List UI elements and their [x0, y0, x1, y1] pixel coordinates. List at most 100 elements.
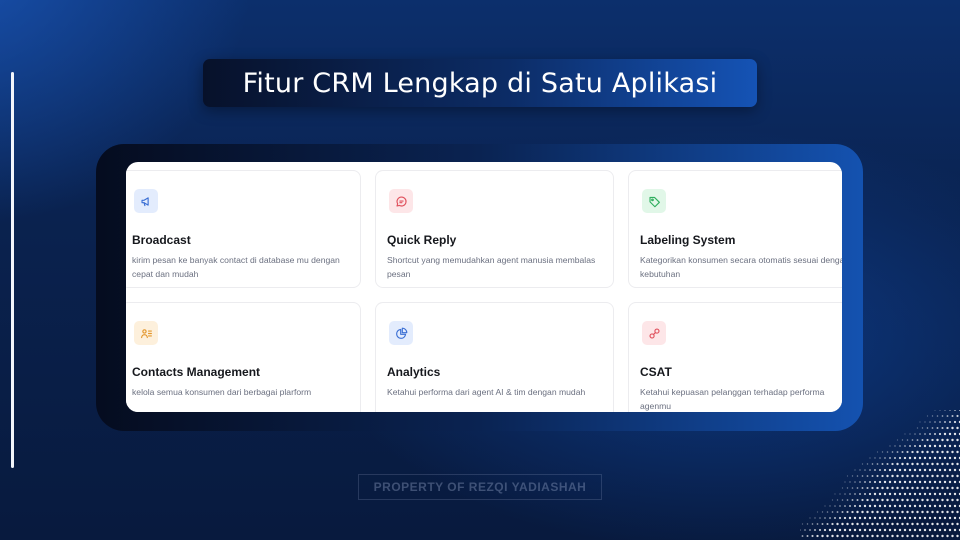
decorative-dot: [954, 410, 956, 411]
decorative-dot: [809, 517, 811, 519]
decorative-dot: [929, 421, 931, 423]
decorative-dot: [883, 492, 887, 496]
decorative-dot: [886, 451, 889, 453]
decorative-dot: [936, 462, 939, 466]
decorative-dot: [863, 528, 867, 532]
decorative-dot: [943, 444, 947, 448]
decorative-dot: [834, 505, 836, 507]
decorative-dot: [800, 529, 801, 531]
decorative-dot: [926, 462, 929, 466]
decorative-dot: [809, 529, 811, 531]
decorative-dot: [823, 528, 827, 532]
decorative-dot: [844, 481, 846, 483]
decorative-dot: [869, 457, 871, 459]
decorative-dot: [921, 498, 924, 502]
decorative-dot: [926, 498, 929, 502]
decorative-dot: [876, 510, 879, 514]
decorative-dot: [909, 445, 911, 447]
decorative-dot: [921, 522, 924, 526]
decorative-dot: [946, 426, 949, 430]
decorative-dot: [928, 444, 932, 448]
decorative-dot: [886, 486, 889, 490]
feature-description: Shortcut yang memudahkan agent manusia m…: [387, 255, 596, 279]
decorative-dot: [906, 522, 909, 526]
decorative-dot: [918, 480, 922, 484]
feature-title: Analytics: [387, 365, 441, 379]
decorative-dot: [936, 450, 939, 454]
decorative-dot: [843, 528, 847, 532]
decorative-dot: [951, 474, 954, 478]
decorative-dot: [868, 516, 872, 520]
megaphone-icon: [134, 189, 158, 213]
decorative-dot: [858, 516, 862, 520]
decorative-dot: [896, 522, 899, 526]
decorative-dot: [883, 480, 887, 484]
decorative-dot: [938, 444, 942, 448]
decorative-dot: [913, 480, 917, 484]
decorative-dot: [838, 516, 842, 520]
decorative-dot: [933, 456, 937, 460]
decorative-dot: [888, 504, 892, 508]
decorative-dot: [923, 516, 927, 520]
feature-grid: Broadcast kirim pesan ke banyak contact …: [126, 162, 842, 412]
decorative-dot: [801, 535, 804, 537]
decorative-dot: [956, 414, 959, 418]
decorative-dot: [878, 468, 882, 472]
decorative-dot: [883, 528, 887, 532]
decorative-dot: [916, 498, 919, 502]
decorative-dot: [931, 486, 934, 490]
decorative-dot: [818, 528, 822, 532]
decorative-dot: [931, 474, 934, 478]
decorative-dot: [921, 462, 924, 466]
decorative-dot: [829, 505, 831, 507]
decorative-dot: [851, 475, 854, 477]
decorative-dot: [821, 534, 824, 538]
decorative-dot: [834, 493, 836, 495]
decorative-dot: [911, 522, 914, 526]
decorative-dot: [866, 463, 869, 465]
decorative-dot: [931, 510, 934, 514]
decorative-dot: [878, 528, 882, 532]
decorative-dot: [938, 480, 942, 484]
decorative-dot: [941, 510, 944, 514]
decorative-dot: [943, 432, 947, 436]
decorative-dot: [956, 510, 959, 514]
decorative-dot: [854, 493, 856, 495]
tag-icon: [642, 189, 666, 213]
decorative-dot: [949, 410, 951, 411]
decorative-dot: [926, 522, 929, 526]
decorative-dot: [926, 427, 929, 429]
decorative-dot: [953, 528, 957, 532]
decorative-dot: [881, 451, 884, 453]
decorative-dot: [824, 517, 826, 519]
decorative-dot: [941, 474, 944, 478]
decorative-dot: [891, 522, 894, 526]
decorative-dot: [854, 469, 856, 471]
decorative-dot: [956, 522, 959, 526]
decorative-dot: [853, 528, 857, 532]
feature-description: kirim pesan ke banyak contact di databas…: [132, 255, 340, 279]
decorative-dot: [941, 450, 944, 454]
decorative-dot: [836, 499, 839, 501]
decorative-dot: [844, 493, 846, 495]
decorative-dot: [846, 475, 849, 477]
decorative-dot: [873, 528, 877, 532]
decorative-dot: [901, 522, 904, 526]
decorative-dot: [938, 456, 942, 460]
decorative-dot: [846, 510, 849, 514]
decorative-dot: [821, 523, 824, 525]
decorative-dot: [828, 528, 832, 532]
decorative-dot: [851, 487, 854, 489]
decorative-dot: [903, 492, 907, 496]
decorative-dot: [859, 481, 861, 483]
decorative-dot: [946, 510, 949, 514]
decorative-dot: [898, 480, 902, 484]
decorative-dot: [904, 445, 906, 447]
decorative-dot: [859, 493, 861, 495]
decorative-dot: [953, 420, 957, 424]
decorative-dot: [841, 511, 844, 513]
decorative-dot: [876, 498, 879, 502]
decorative-dot: [891, 486, 894, 490]
decorative-dot: [938, 432, 942, 436]
decorative-dot: [903, 468, 907, 472]
